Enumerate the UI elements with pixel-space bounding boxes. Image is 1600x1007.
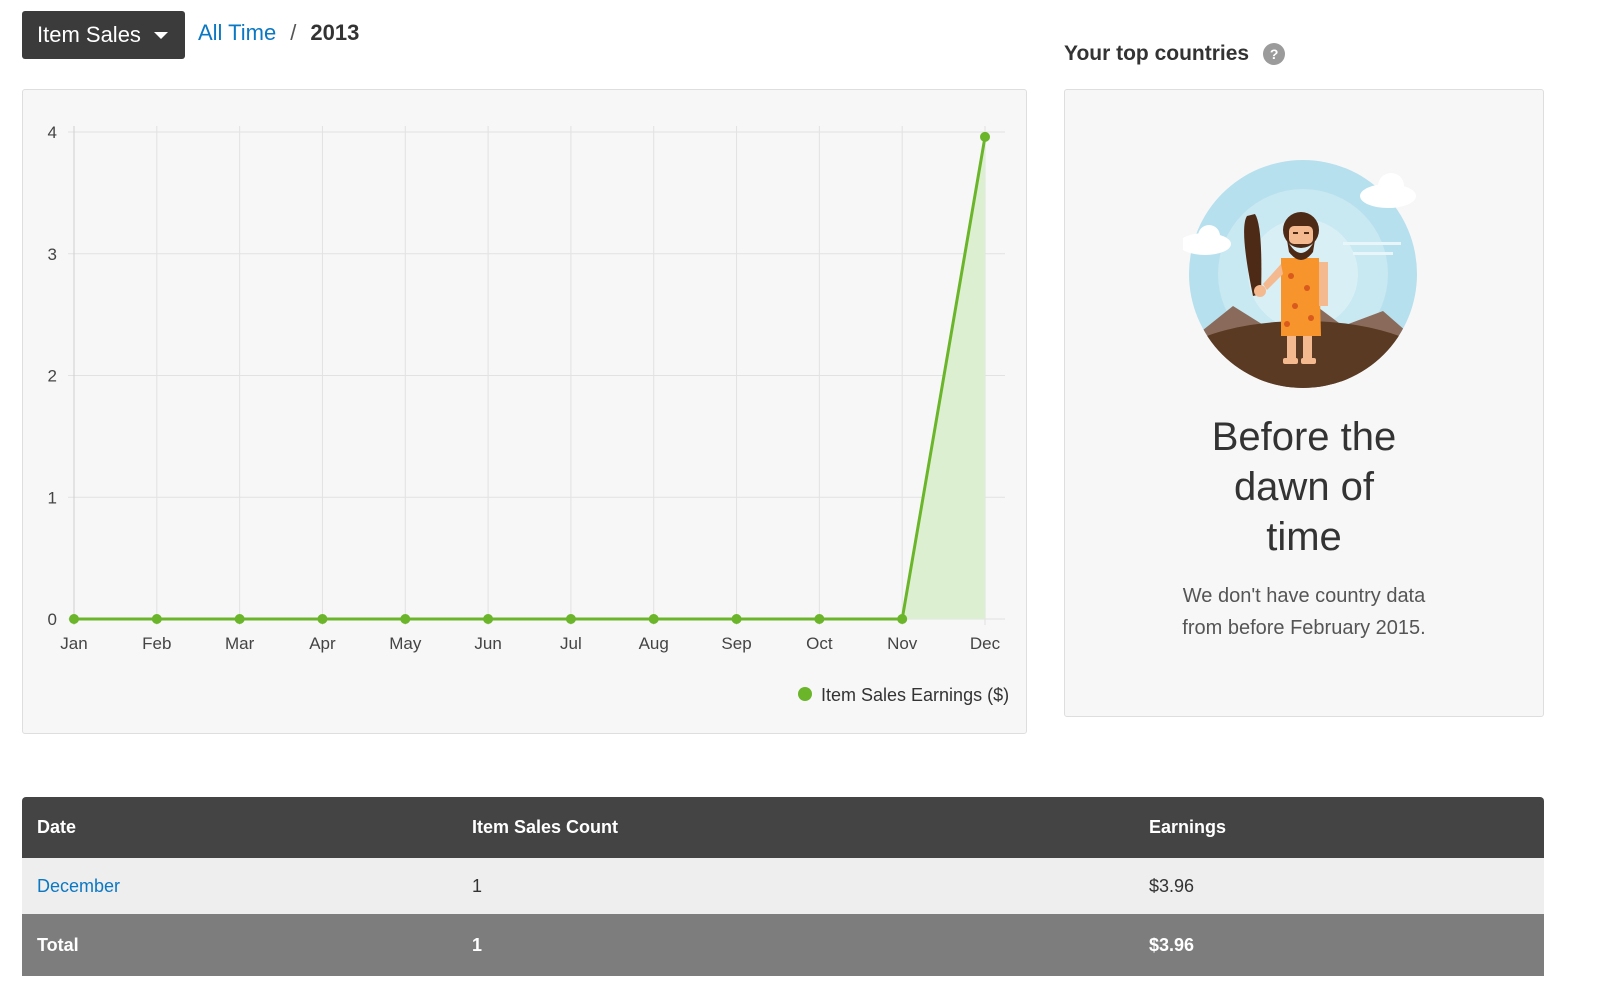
x-tick-label: Jun xyxy=(474,634,501,653)
empty-text-line: We don't have country data xyxy=(1182,585,1426,607)
legend-marker xyxy=(798,687,812,701)
dropdown-label: Item Sales xyxy=(37,22,141,47)
data-point xyxy=(814,614,825,624)
total-count: 1 xyxy=(457,914,1134,976)
data-point xyxy=(234,614,245,624)
x-tick-label: Dec xyxy=(970,634,1001,653)
help-icon[interactable]: ? xyxy=(1263,43,1286,65)
total-earnings: $3.96 xyxy=(1134,914,1544,976)
breadcrumb-separator: / xyxy=(290,20,297,45)
date-cell: December xyxy=(22,858,457,914)
empty-state-heading: Before the dawn of time xyxy=(1065,412,1543,562)
x-tick-label: Nov xyxy=(887,634,918,653)
data-point xyxy=(897,614,908,624)
empty-heading-line: Before the xyxy=(1211,415,1397,459)
earnings-table: Date Item Sales Count Earnings December … xyxy=(22,797,1544,976)
table-total-row: Total 1 $3.96 xyxy=(22,914,1544,976)
count-cell: 1 xyxy=(457,858,1134,914)
data-point xyxy=(731,614,742,624)
breadcrumb-all-time-link[interactable]: All Time xyxy=(198,20,276,46)
x-tick-label: Feb xyxy=(142,634,171,653)
series-area xyxy=(74,136,985,619)
y-tick-label: 4 xyxy=(48,123,57,142)
data-point xyxy=(151,614,162,624)
caret-down-icon xyxy=(154,32,168,39)
legend-label: Item Sales Earnings ($) xyxy=(821,685,1009,705)
x-tick-label: Oct xyxy=(806,634,833,653)
header-date: Date xyxy=(22,797,457,858)
empty-heading-line: time xyxy=(1266,515,1342,559)
empty-text-line: from before February 2015. xyxy=(1182,617,1426,639)
x-tick-label: May xyxy=(389,634,422,653)
data-point xyxy=(400,614,411,624)
table-header-row: Date Item Sales Count Earnings xyxy=(22,797,1544,858)
data-point xyxy=(69,614,79,624)
top-countries-title: Your top countries ? xyxy=(1064,42,1286,66)
x-tick-label: Sep xyxy=(721,634,751,653)
top-countries-panel: Before the dawn of time We don't have co… xyxy=(1064,89,1544,717)
x-tick-label: Apr xyxy=(309,634,336,653)
x-tick-label: Mar xyxy=(225,634,255,653)
table-row: December 1 $3.96 xyxy=(22,858,1544,914)
y-tick-label: 0 xyxy=(48,610,57,629)
data-point xyxy=(317,614,328,624)
x-tick-label: Aug xyxy=(639,634,669,653)
data-point xyxy=(483,614,494,624)
earnings-chart: 0 1 2 3 4 Jan Feb Mar Apr May Jun Jul Aug Sep Oct Nov De… xyxy=(48,123,1010,705)
empty-state-text: We don't have country data from before F… xyxy=(1065,580,1543,644)
x-tick-label: Jan xyxy=(60,634,87,653)
y-tick-label: 3 xyxy=(48,245,57,264)
item-sales-dropdown[interactable]: Item Sales xyxy=(22,11,185,59)
breadcrumb: All Time / 2013 xyxy=(198,20,359,46)
earnings-chart-panel: 0 1 2 3 4 Jan Feb Mar Apr May Jun Jul Aug Sep Oct Nov De… xyxy=(22,89,1027,734)
caveman-illustration xyxy=(1183,160,1417,388)
series-line xyxy=(74,136,987,621)
header-item-sales-count: Item Sales Count xyxy=(457,797,1134,858)
y-tick-label: 1 xyxy=(48,488,57,507)
total-label: Total xyxy=(22,914,457,976)
empty-heading-line: dawn of xyxy=(1233,465,1375,509)
data-point xyxy=(648,614,659,624)
top-countries-label: Your top countries xyxy=(1064,42,1250,65)
data-point xyxy=(980,131,990,142)
earnings-cell: $3.96 xyxy=(1134,858,1544,914)
breadcrumb-current: 2013 xyxy=(310,20,360,45)
header-earnings: Earnings xyxy=(1134,797,1544,858)
month-link[interactable]: December xyxy=(37,876,120,896)
y-tick-label: 2 xyxy=(48,367,57,386)
x-tick-label: Jul xyxy=(560,634,582,653)
data-point xyxy=(565,614,576,624)
